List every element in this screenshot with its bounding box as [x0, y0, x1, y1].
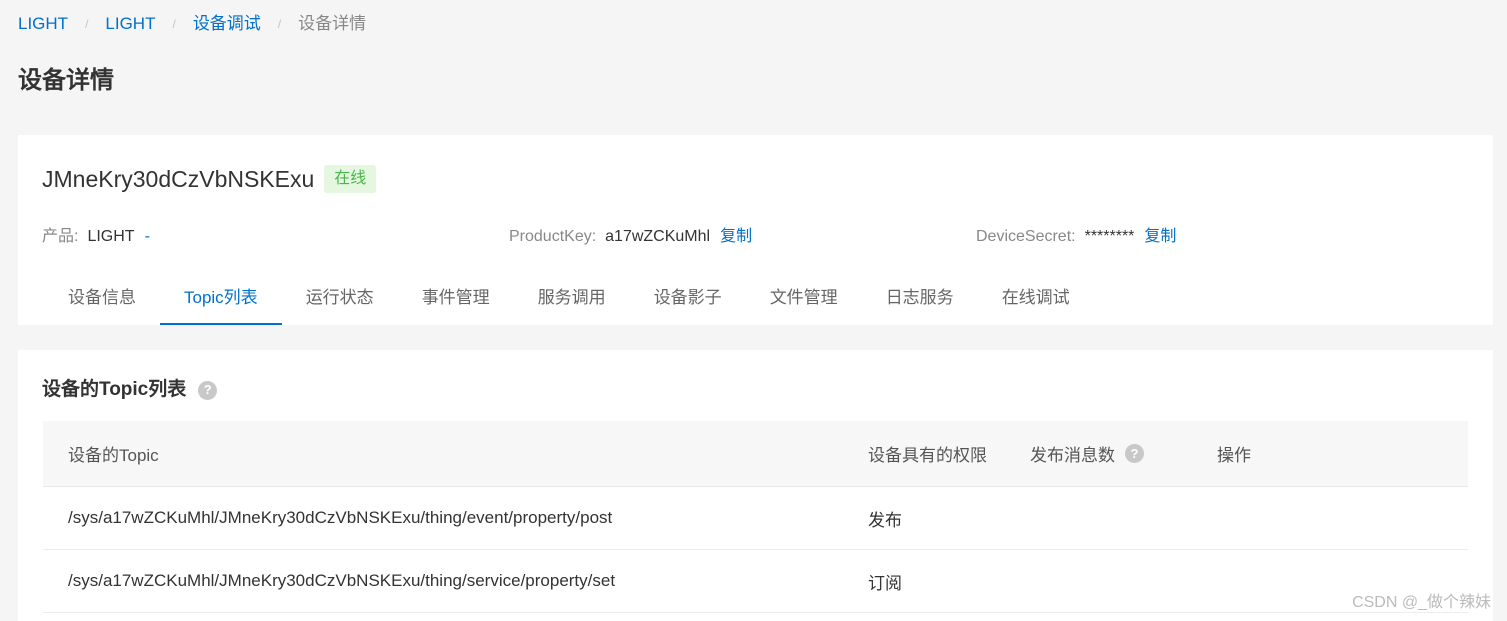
- device-tabs: 设备信息 Topic列表 运行状态 事件管理 服务调用 设备影子 文件管理 日志…: [44, 280, 1094, 325]
- breadcrumb: LIGHT / LIGHT / 设备调试 / 设备详情: [18, 12, 366, 36]
- breadcrumb-separator: /: [277, 17, 282, 31]
- topic-table: 设备的Topic 设备具有的权限 发布消息数 ? 操作 /sys/a17wZCK…: [43, 421, 1468, 613]
- productkey-value: a17wZCKuMhl: [605, 228, 711, 245]
- productkey-label: ProductKey:: [509, 228, 597, 245]
- product-link[interactable]: -: [145, 226, 150, 248]
- devicesecret-copy-button[interactable]: 复制: [1144, 226, 1176, 248]
- column-header-topic: 设备的Topic: [68, 446, 159, 465]
- product-value: LIGHT: [87, 228, 135, 245]
- watermark: CSDN @_做个辣妹: [1352, 594, 1491, 611]
- tab-running-status[interactable]: 运行状态: [282, 280, 398, 325]
- productkey-meta: ProductKey: a17wZCKuMhl 复制: [509, 226, 752, 248]
- table-header: 设备的Topic 设备具有的权限 发布消息数 ? 操作: [43, 421, 1468, 487]
- table-row: /sys/a17wZCKuMhl/JMneKry30dCzVbNSKExu/th…: [43, 487, 1468, 550]
- column-header-message-count-label: 发布消息数: [1030, 446, 1115, 465]
- tab-device-info[interactable]: 设备信息: [44, 280, 160, 325]
- breadcrumb-item-current: 设备详情: [298, 14, 367, 33]
- column-header-permission: 设备具有的权限: [868, 446, 987, 465]
- product-meta: 产品: LIGHT -: [42, 226, 150, 248]
- page-title: 设备详情: [18, 67, 114, 94]
- tab-device-shadow[interactable]: 设备影子: [630, 280, 746, 325]
- device-name: JMneKry30dCzVbNSKExu: [42, 166, 315, 192]
- tab-event-management[interactable]: 事件管理: [398, 280, 514, 325]
- device-title-row: JMneKry30dCzVbNSKExu 在线: [42, 163, 377, 195]
- permission-cell: 订阅: [868, 573, 902, 593]
- tab-online-debug[interactable]: 在线调试: [978, 280, 1094, 325]
- permission-cell: 发布: [868, 510, 902, 530]
- productkey-copy-button[interactable]: 复制: [720, 226, 752, 248]
- section-title-row: 设备的Topic列表 ?: [42, 377, 218, 403]
- breadcrumb-item-light-product[interactable]: LIGHT: [18, 12, 68, 36]
- devicesecret-label: DeviceSecret:: [976, 228, 1076, 245]
- topic-list-card: 设备的Topic列表 ? 设备的Topic 设备具有的权限 发布消息数 ? 操作…: [18, 350, 1493, 621]
- topic-cell: /sys/a17wZCKuMhl/JMneKry30dCzVbNSKExu/th…: [68, 571, 616, 590]
- help-icon[interactable]: ?: [1125, 444, 1144, 463]
- breadcrumb-separator: /: [85, 17, 89, 31]
- breadcrumb-separator: /: [172, 17, 176, 31]
- section-title: 设备的Topic列表: [42, 379, 187, 400]
- tab-log-service[interactable]: 日志服务: [862, 280, 978, 325]
- tab-file-management[interactable]: 文件管理: [746, 280, 862, 325]
- topic-cell: /sys/a17wZCKuMhl/JMneKry30dCzVbNSKExu/th…: [68, 508, 613, 527]
- help-icon[interactable]: ?: [198, 380, 218, 400]
- product-label: 产品:: [42, 228, 79, 245]
- status-badge: 在线: [324, 165, 377, 193]
- tab-service-call[interactable]: 服务调用: [514, 280, 630, 325]
- devicesecret-value: ********: [1084, 228, 1135, 245]
- devicesecret-meta: DeviceSecret: ******** 复制: [976, 226, 1176, 248]
- device-header-card: JMneKry30dCzVbNSKExu 在线 产品: LIGHT - Prod…: [18, 135, 1493, 325]
- tab-topic-list[interactable]: Topic列表: [160, 280, 282, 325]
- breadcrumb-item-device-debug[interactable]: 设备调试: [193, 12, 261, 36]
- table-row: /sys/a17wZCKuMhl/JMneKry30dCzVbNSKExu/th…: [43, 550, 1468, 613]
- breadcrumb-item-light-device[interactable]: LIGHT: [105, 12, 155, 36]
- column-header-action: 操作: [1217, 446, 1251, 465]
- column-header-message-count: 发布消息数 ?: [1030, 441, 1217, 466]
